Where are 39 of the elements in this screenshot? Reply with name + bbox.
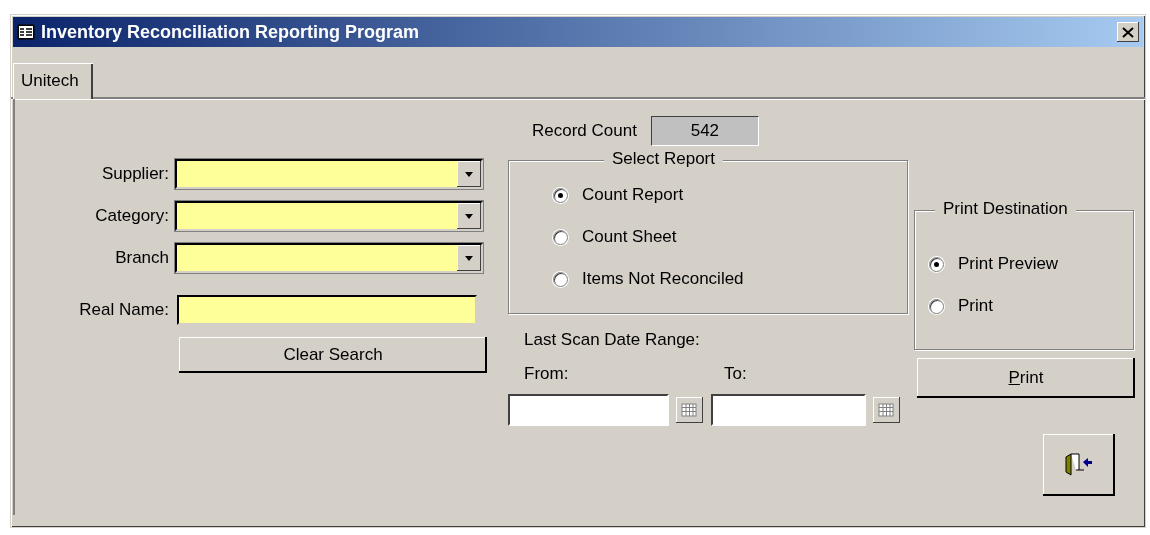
window-title: Inventory Reconciliation Reporting Program [41, 21, 420, 43]
radio-button[interactable] [929, 256, 944, 272]
print-button[interactable]: Print [917, 358, 1135, 398]
record-count-label: Record Count [532, 121, 637, 141]
calendar-icon [681, 403, 698, 417]
input-field[interactable] [177, 295, 477, 325]
form-icon [17, 24, 35, 40]
to-date-field[interactable] [710, 394, 866, 426]
dropdown-field[interactable] [175, 159, 483, 189]
field-label: Real Name: [78, 300, 170, 320]
close-icon [1122, 26, 1134, 38]
from-date-field[interactable] [508, 394, 669, 426]
radio-label: Count Report [582, 185, 684, 205]
radio-button[interactable] [553, 229, 568, 245]
field-label: Supplier: [100, 164, 170, 184]
dropdown-field[interactable] [175, 243, 483, 273]
radio-label: Items Not Reconciled [582, 269, 744, 289]
radio-button[interactable] [929, 298, 944, 314]
radio-label: Print Preview [958, 254, 1059, 274]
close-button[interactable] [1117, 22, 1139, 42]
radio-label: Count Sheet [582, 227, 677, 247]
calendar-icon [878, 403, 895, 417]
tab[interactable]: Unitech [13, 63, 93, 99]
record-count-field: 542 [650, 116, 759, 146]
radio-button[interactable] [553, 271, 568, 287]
group-title: Select Report [604, 149, 723, 169]
calendar-button[interactable] [872, 397, 900, 423]
radio-button[interactable] [553, 187, 568, 203]
date-range-label: Last Scan Date Range: [524, 330, 701, 350]
field-label: Category: [94, 206, 170, 226]
to-label: To: [724, 364, 747, 384]
calendar-button[interactable] [675, 397, 703, 423]
from-label: From: [524, 364, 570, 384]
clear-search-button[interactable]: Clear Search [179, 337, 487, 373]
radio-label: Print [958, 296, 993, 316]
door-exit-icon [1065, 453, 1093, 477]
field-label: Branch [114, 248, 170, 268]
dropdown-field[interactable] [175, 201, 483, 231]
exit-button[interactable] [1043, 434, 1115, 496]
